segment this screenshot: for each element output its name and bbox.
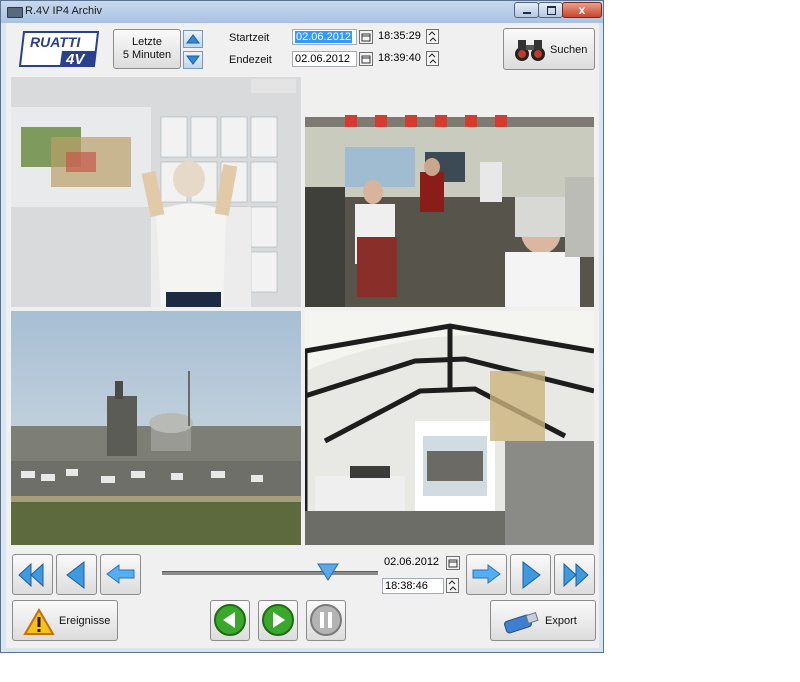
video-grid (6, 76, 599, 548)
play-backward-button[interactable] (210, 600, 250, 641)
skip-to-end-button[interactable] (554, 554, 595, 595)
previous-button[interactable] (56, 554, 97, 595)
time-down-button[interactable] (183, 51, 203, 69)
start-date-field[interactable]: 02.06.2012 (292, 29, 357, 45)
end-time-field[interactable]: 18:39:40 (376, 51, 428, 67)
end-date-field[interactable]: 02.06.2012 (292, 51, 357, 67)
svg-text:RUATTI: RUATTI (30, 34, 81, 50)
usb-stick-icon (504, 612, 539, 634)
start-time-spinner-icon[interactable] (426, 29, 439, 44)
start-calendar-icon[interactable] (359, 30, 373, 44)
camera-view-4[interactable] (305, 311, 594, 545)
arrow-left-icon (106, 564, 135, 584)
export-button[interactable]: Export (490, 600, 596, 641)
playback-calendar-icon[interactable] (446, 556, 460, 570)
play-icon (262, 604, 294, 636)
pause-icon (310, 604, 342, 636)
time-up-button[interactable] (183, 30, 203, 48)
export-label: Export (545, 615, 577, 627)
app-window: R.4V IP4 Archiv x RUATTI 4V Letzte 5 Min… (0, 0, 604, 653)
end-time-spinner-icon[interactable] (426, 51, 439, 66)
camera-view-1[interactable] (11, 77, 301, 307)
last-5-minutes-button[interactable]: Letzte 5 Minuten (113, 29, 181, 69)
play-backward-icon (214, 604, 246, 636)
timeline-slider-thumb[interactable] (317, 563, 340, 581)
double-left-icon (18, 562, 44, 588)
last-button-line1: Letzte (132, 36, 162, 48)
title-bar[interactable]: R.4V IP4 Archiv x (1, 1, 603, 23)
minimize-button[interactable] (514, 2, 539, 18)
playback-time-field[interactable]: 18:38:46 (382, 578, 444, 594)
pause-button[interactable] (306, 600, 346, 641)
skip-to-start-button[interactable] (12, 554, 53, 595)
client-area: RUATTI 4V Letzte 5 Minuten Startzeit End… (6, 23, 599, 648)
step-back-button[interactable] (100, 554, 141, 595)
triangle-up-icon (186, 34, 200, 44)
search-button[interactable]: Suchen (503, 28, 595, 70)
timeline-slider-track[interactable] (162, 571, 378, 575)
last-button-line2: 5 Minuten (122, 49, 172, 61)
start-time-field[interactable]: 18:35:29 (376, 29, 428, 45)
close-button[interactable]: x (562, 2, 602, 18)
close-icon: x (578, 3, 586, 17)
maximize-button[interactable] (538, 2, 563, 18)
step-forward-button[interactable] (466, 554, 507, 595)
warning-icon (23, 608, 55, 635)
svg-text:4V: 4V (65, 51, 86, 68)
events-button[interactable]: Ereignisse (12, 600, 118, 641)
camera-view-3[interactable] (11, 311, 301, 545)
ruatti-logo: RUATTI 4V (18, 30, 100, 68)
camera-view-2[interactable] (305, 77, 594, 307)
triangle-down-icon (186, 55, 200, 65)
app-icon (7, 7, 23, 18)
arrow-right-icon (472, 564, 501, 584)
start-label: Startzeit (229, 32, 270, 44)
triangle-left-icon (66, 560, 85, 590)
end-label: Endezeit (229, 54, 272, 66)
binoculars-icon (515, 40, 545, 61)
end-calendar-icon[interactable] (359, 52, 373, 66)
triangle-right-icon (522, 560, 541, 590)
playback-time-spinner-icon[interactable] (446, 578, 459, 593)
window-title: R.4V IP4 Archiv (25, 5, 103, 17)
play-forward-button[interactable] (258, 600, 298, 641)
search-label: Suchen (550, 44, 588, 56)
playback-date-field[interactable]: 02.06.2012 (382, 555, 444, 571)
double-right-icon (563, 562, 589, 588)
events-label: Ereignisse (59, 615, 111, 627)
next-button[interactable] (510, 554, 551, 595)
